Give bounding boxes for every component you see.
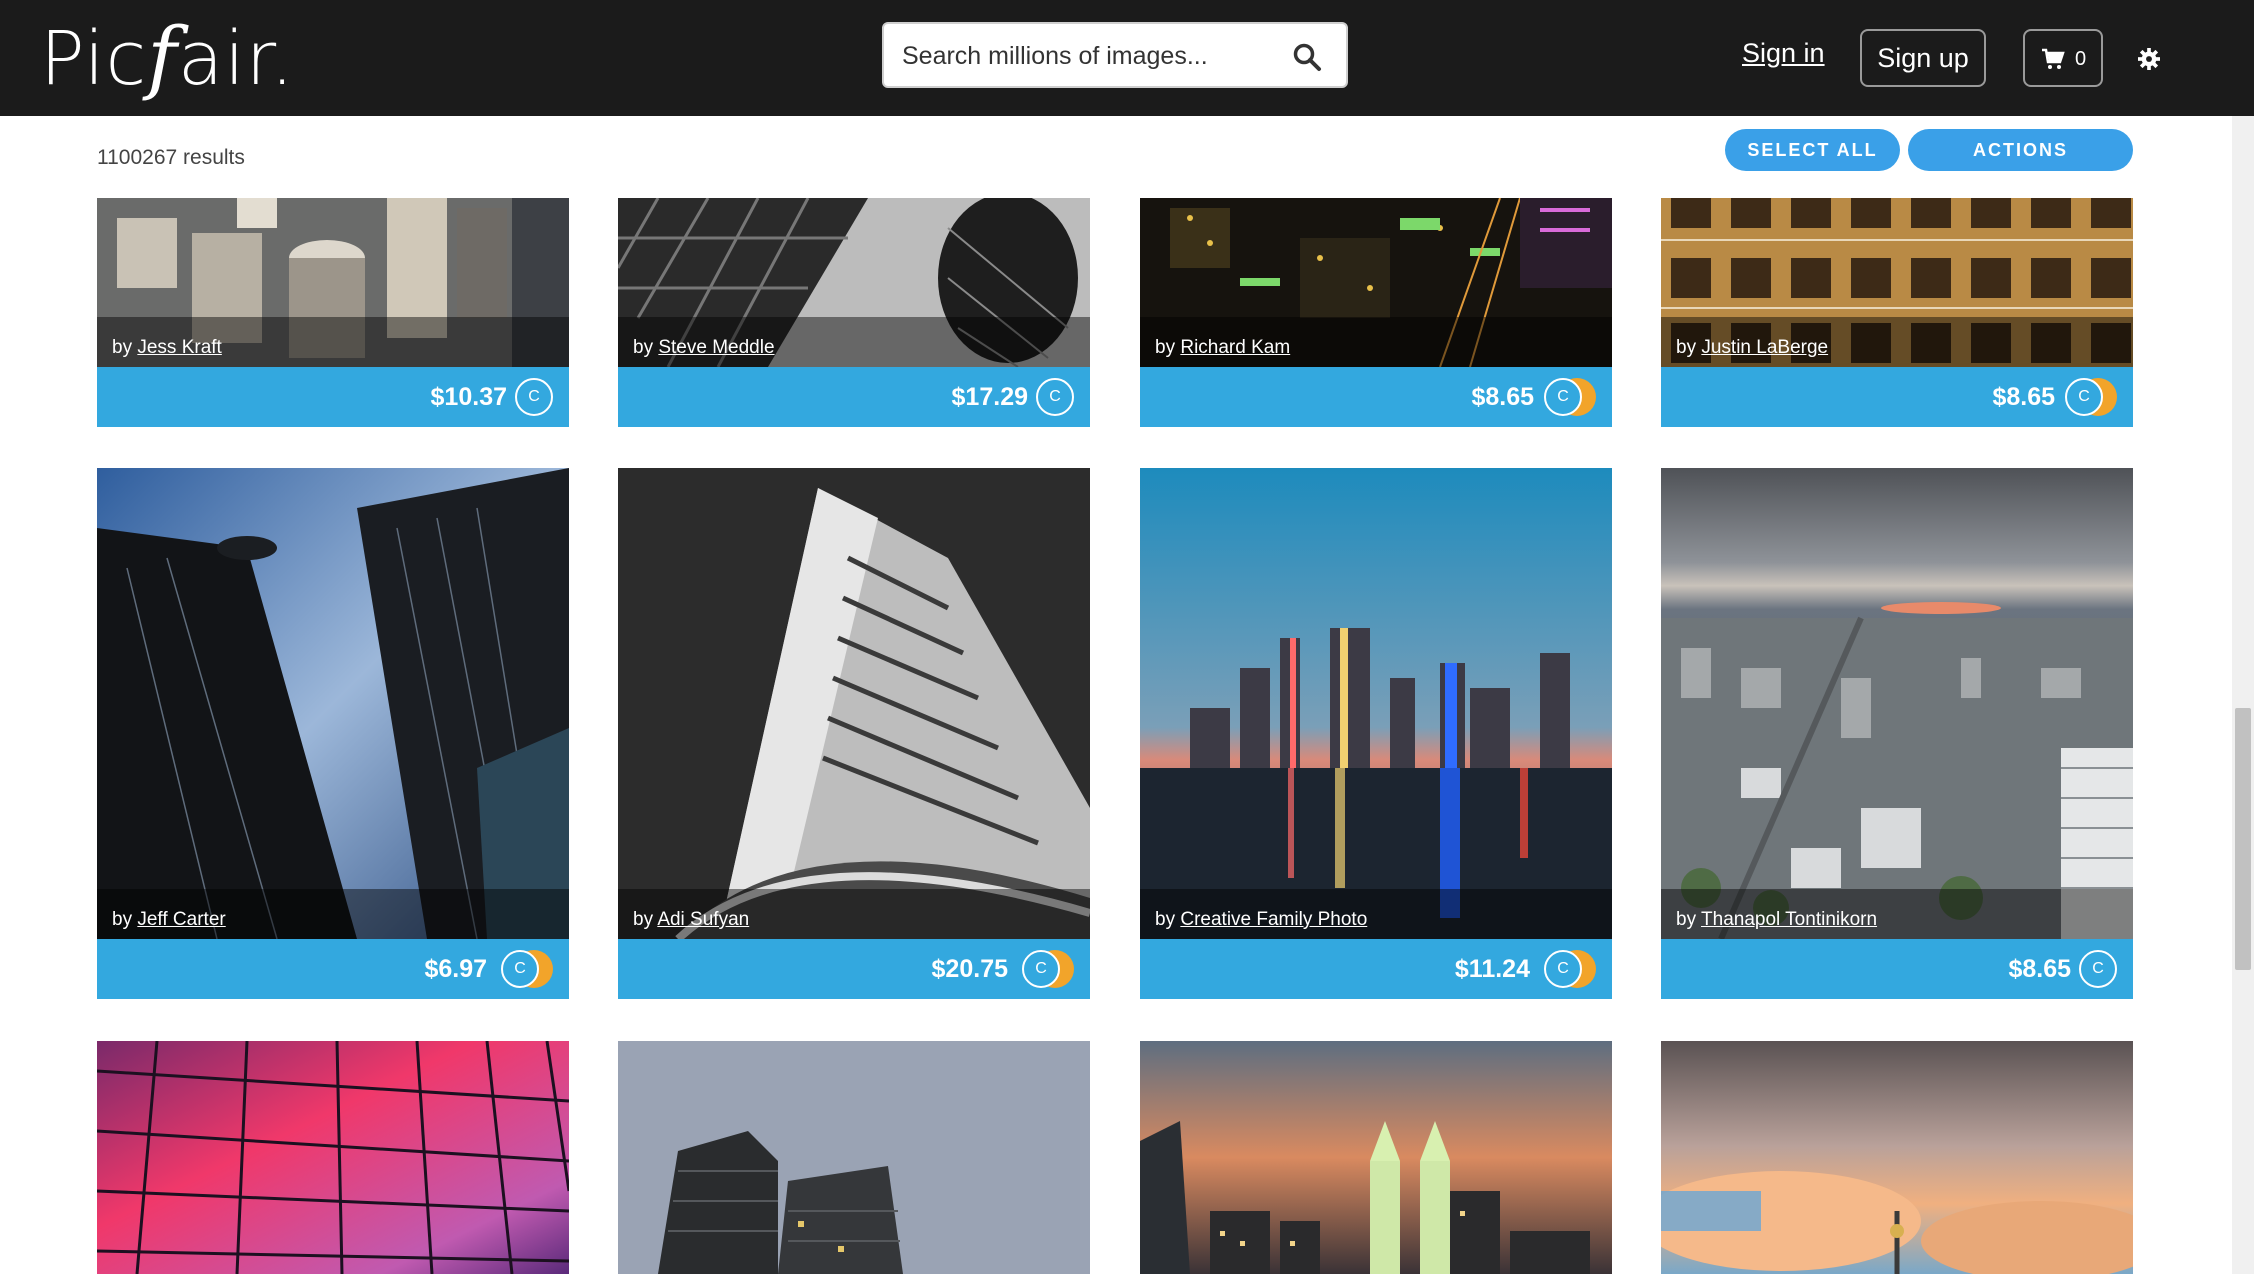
photographer-link[interactable]: Jeff Carter — [137, 909, 225, 930]
price: $10.37 — [430, 383, 507, 411]
price-bar[interactable]: $10.37 C — [97, 367, 569, 427]
search-icon[interactable] — [1292, 42, 1322, 72]
price: $8.65 — [1992, 383, 2055, 411]
photo-thumbnail[interactable] — [1140, 468, 1612, 939]
coin-icon: C — [1544, 378, 1582, 416]
photographer-link[interactable]: Justin LaBerge — [1701, 337, 1828, 358]
coin-icon: C — [2065, 378, 2103, 416]
image-card[interactable]: by Jeff Carter $6.97 C — [97, 468, 569, 999]
search-box — [882, 22, 1348, 88]
photographer-credit: by Jeff Carter — [97, 889, 569, 939]
photographer-credit: by Thanapol Tontinikorn — [1661, 889, 2133, 939]
price: $8.65 — [2008, 955, 2071, 983]
image-card[interactable]: by Jess Kraft $10.37 C — [97, 198, 569, 427]
coin-icon: C — [515, 378, 553, 416]
image-card[interactable]: by Steve Meddle $17.29 C — [618, 198, 1090, 427]
photographer-link[interactable]: Creative Family Photo — [1180, 909, 1367, 930]
price: $17.29 — [951, 383, 1028, 411]
photo-thumbnail[interactable] — [618, 468, 1090, 939]
search-input[interactable] — [902, 36, 1282, 76]
photographer-credit: by Creative Family Photo — [1140, 889, 1612, 939]
price-bar[interactable]: $11.24 C — [1140, 939, 1612, 999]
image-card[interactable]: by Justin LaBerge $8.65 C — [1661, 198, 2133, 427]
coin-icon: C — [501, 950, 539, 988]
price-bar[interactable]: $8.65 C — [1140, 367, 1612, 427]
coin-icon: C — [1022, 950, 1060, 988]
price-bar[interactable]: $20.75 C — [618, 939, 1090, 999]
gear-icon[interactable] — [2138, 48, 2160, 70]
price: $6.97 — [424, 955, 487, 983]
image-card[interactable] — [1661, 1041, 2133, 1274]
photographer-credit: by Adi Sufyan — [618, 889, 1090, 939]
image-card[interactable] — [618, 1041, 1090, 1274]
picfair-logo[interactable]: Picfair. — [40, 12, 295, 103]
price-bar[interactable]: $8.65 C — [1661, 367, 2133, 427]
photographer-credit: by Jess Kraft — [97, 317, 569, 367]
price-bar[interactable]: $6.97 C — [97, 939, 569, 999]
price: $11.24 — [1454, 955, 1530, 983]
photo-thumbnail[interactable] — [97, 1041, 569, 1274]
photo-thumbnail[interactable] — [1661, 1041, 2133, 1274]
coin-icon: C — [2079, 950, 2117, 988]
scrollbar-thumb[interactable] — [2235, 708, 2251, 970]
image-card[interactable] — [1140, 1041, 1612, 1274]
top-header: Picfair. Sign in Sign up 0 — [0, 0, 2254, 116]
photographer-credit: by Steve Meddle — [618, 317, 1090, 367]
price: $8.65 — [1471, 383, 1534, 411]
photographer-link[interactable]: Adi Sufyan — [657, 909, 749, 930]
image-card[interactable]: by Thanapol Tontinikorn $8.65 C — [1661, 468, 2133, 999]
photo-thumbnail[interactable] — [1140, 1041, 1612, 1274]
photo-thumbnail[interactable] — [97, 468, 569, 939]
actions-button[interactable]: ACTIONS — [1908, 129, 2133, 171]
cart-count: 0 — [2075, 48, 2087, 70]
photographer-credit: by Justin LaBerge — [1661, 317, 2133, 367]
sign-in-link[interactable]: Sign in — [1742, 38, 1825, 69]
cart-button[interactable]: 0 — [2023, 29, 2103, 87]
price-bar[interactable]: $8.65 C — [1661, 939, 2133, 999]
photographer-link[interactable]: Thanapol Tontinikorn — [1701, 909, 1877, 930]
image-card[interactable]: by Creative Family Photo $11.24 C — [1140, 468, 1612, 999]
photographer-link[interactable]: Richard Kam — [1180, 337, 1290, 358]
photo-thumbnail[interactable] — [618, 1041, 1090, 1274]
results-count: 1100267 results — [97, 146, 245, 169]
coin-icon: C — [1036, 378, 1074, 416]
scrollbar-track[interactable] — [2232, 116, 2254, 1274]
sign-up-button[interactable]: Sign up — [1860, 29, 1986, 87]
coin-icon: C — [1544, 950, 1582, 988]
image-card[interactable]: by Adi Sufyan $20.75 C — [618, 468, 1090, 999]
image-card[interactable]: by Richard Kam $8.65 C — [1140, 198, 1612, 427]
photographer-credit: by Richard Kam — [1140, 317, 1612, 367]
photographer-link[interactable]: Jess Kraft — [137, 337, 221, 358]
cart-icon — [2042, 48, 2065, 69]
photo-thumbnail[interactable] — [1661, 468, 2133, 939]
price: $20.75 — [931, 955, 1008, 983]
image-card[interactable] — [97, 1041, 569, 1274]
select-all-button[interactable]: SELECT ALL — [1725, 129, 1900, 171]
price-bar[interactable]: $17.29 C — [618, 367, 1090, 427]
photographer-link[interactable]: Steve Meddle — [658, 337, 774, 358]
